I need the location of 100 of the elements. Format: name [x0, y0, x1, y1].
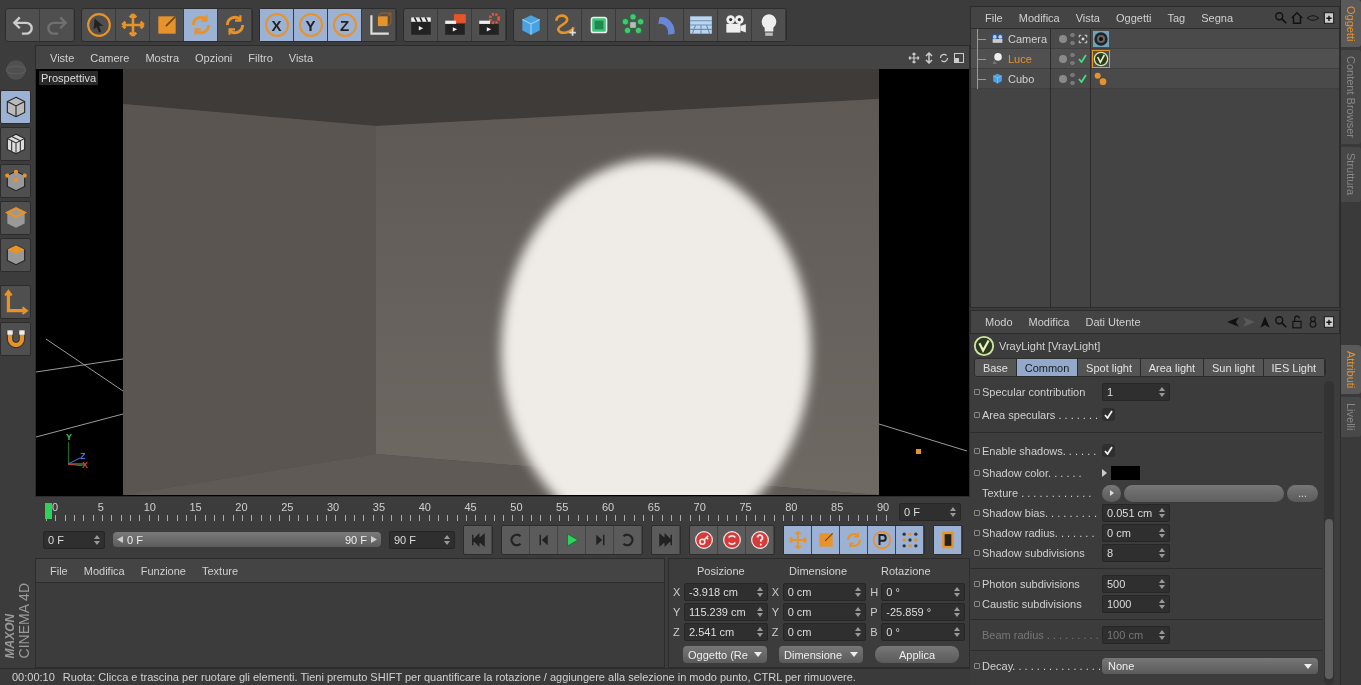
- coordinate-field[interactable]: 2.541 cm: [684, 623, 768, 641]
- timeline-window-button[interactable]: [934, 525, 962, 554]
- menu-item[interactable]: File: [42, 564, 76, 577]
- coordinate-field[interactable]: 0 °: [881, 623, 965, 641]
- menu-item[interactable]: Mostra: [137, 51, 187, 64]
- menu-item[interactable]: Modifica: [75, 564, 133, 577]
- texture-field[interactable]: [1124, 484, 1284, 502]
- checkmark-icon[interactable]: [1078, 74, 1087, 83]
- keyframe-indicator[interactable]: [974, 581, 980, 587]
- keyframe-indicator[interactable]: [974, 530, 980, 536]
- coordinate-field[interactable]: 0 cm: [782, 623, 867, 641]
- number-field[interactable]: 1000: [1102, 595, 1170, 613]
- menu-item[interactable]: Tag: [1159, 11, 1194, 24]
- edges-mode-button[interactable]: [0, 201, 31, 235]
- visibility-dot[interactable]: [1059, 54, 1067, 63]
- coordinate-field[interactable]: 0 cm: [782, 603, 867, 621]
- frame-number: 65: [647, 501, 661, 515]
- menu-item[interactable]: Camere: [82, 51, 138, 64]
- tab[interactable]: IES Light: [1263, 359, 1325, 376]
- keyframe-indicator[interactable]: [974, 447, 980, 454]
- axis-label: Y: [673, 606, 681, 618]
- keyframe-indicator[interactable]: [974, 550, 980, 556]
- checkmark-icon[interactable]: [1078, 54, 1087, 63]
- left-arrow-icon[interactable]: [117, 536, 123, 543]
- number-field[interactable]: 500: [1102, 575, 1170, 593]
- keyframe-indicator[interactable]: [974, 663, 980, 669]
- number-field[interactable]: 1: [1102, 383, 1170, 401]
- render-visibility-dots[interactable]: [1070, 71, 1075, 86]
- checkbox[interactable]: [1102, 408, 1115, 421]
- polygons-mode-button[interactable]: [0, 238, 31, 272]
- menu-item[interactable]: Funzione: [132, 564, 194, 577]
- end-frame-field[interactable]: 90 F: [389, 530, 455, 549]
- menu-item[interactable]: Oggetti: [1107, 11, 1160, 24]
- tab[interactable]: Area light: [1140, 359, 1205, 376]
- keyframe-indicator[interactable]: [974, 389, 980, 395]
- mode-dropdown[interactable]: Oggetto (Re: [683, 646, 767, 663]
- range-slider[interactable]: 0 F 90 F: [113, 532, 381, 547]
- keyframe-indicator[interactable]: [974, 411, 980, 418]
- menu-item[interactable]: Opzioni: [187, 51, 241, 64]
- product-name: CINEMA 4D: [17, 582, 31, 658]
- coordinate-field[interactable]: 0 °: [881, 583, 965, 601]
- tab[interactable]: Base: [975, 359, 1017, 376]
- menu-item[interactable]: Modo: [977, 316, 1021, 328]
- points-mode-button[interactable]: [0, 164, 31, 198]
- right-arrow-icon[interactable]: [371, 536, 377, 543]
- keyframe-indicator[interactable]: [974, 601, 980, 607]
- coordinate-field[interactable]: -25.859 °: [881, 603, 965, 621]
- menu-item[interactable]: Modifica: [1020, 316, 1078, 328]
- browse-button[interactable]: ...: [1287, 484, 1318, 502]
- menu-item[interactable]: Dati Utente: [1077, 316, 1149, 328]
- color-swatch[interactable]: [1111, 466, 1140, 480]
- z-axis-button[interactable]: Z: [328, 9, 362, 41]
- scrollbar[interactable]: [1324, 381, 1334, 685]
- start-frame-field[interactable]: 0 F: [43, 530, 105, 549]
- size-dropdown[interactable]: Dimensione: [779, 646, 863, 663]
- position-key-button[interactable]: [784, 525, 812, 554]
- parameter-key-button[interactable]: [868, 525, 896, 554]
- expand-arrow-icon[interactable]: [1102, 469, 1107, 477]
- apply-button[interactable]: Applica: [875, 646, 959, 663]
- menu-item[interactable]: Viste: [42, 51, 83, 64]
- current-frame-field[interactable]: 0 F: [899, 503, 961, 521]
- y-axis-button[interactable]: Y: [294, 9, 328, 41]
- menu-item[interactable]: Vista: [280, 51, 322, 64]
- rotate-tool-button[interactable]: [184, 9, 218, 41]
- render-visibility-dots[interactable]: [1070, 31, 1075, 46]
- menu-item[interactable]: Filtro: [240, 51, 281, 64]
- checkbox[interactable]: [1102, 444, 1115, 457]
- menu-item[interactable]: File: [977, 11, 1011, 24]
- snap-button[interactable]: [0, 322, 31, 356]
- visibility-dot[interactable]: [1059, 34, 1067, 43]
- rotation-key-button[interactable]: [840, 525, 868, 554]
- axis-mode-button[interactable]: [0, 285, 31, 319]
- spinner-icon: [855, 607, 862, 617]
- scale-key-button[interactable]: [812, 525, 840, 554]
- tab[interactable]: Sun light: [1204, 359, 1264, 376]
- number-field[interactable]: 0.051 cm: [1102, 504, 1170, 522]
- visibility-dot[interactable]: [1059, 74, 1067, 83]
- tab[interactable]: Spot light: [1078, 359, 1141, 376]
- dropdown[interactable]: None: [1102, 658, 1318, 674]
- menu-item[interactable]: Texture: [193, 564, 247, 577]
- number-field[interactable]: 0 cm: [1102, 524, 1170, 542]
- menu-item[interactable]: Modifica: [1010, 11, 1068, 24]
- texture-mode-button[interactable]: [0, 127, 31, 161]
- point-level-key-button[interactable]: [896, 525, 924, 554]
- target-bracket-icon: [1078, 33, 1088, 44]
- texture-menu-button[interactable]: [1102, 484, 1121, 502]
- keyframe-indicator[interactable]: [974, 510, 980, 516]
- number-field[interactable]: 8: [1102, 544, 1170, 562]
- object-name[interactable]: Luce: [1008, 52, 1032, 65]
- vray-logo-icon: [1093, 50, 1109, 67]
- menu-item[interactable]: Vista: [1067, 11, 1108, 24]
- menu-item[interactable]: Segna: [1193, 11, 1241, 24]
- keyframe-indicator[interactable]: [974, 470, 980, 476]
- tab[interactable]: Common: [1016, 359, 1079, 376]
- render-visibility-dots[interactable]: [1070, 51, 1075, 66]
- coordinate-field[interactable]: 115.239 cm: [684, 603, 768, 621]
- coordinate-field[interactable]: -3.918 cm: [684, 583, 768, 601]
- x-axis-button[interactable]: X: [260, 9, 294, 41]
- coordinate-field[interactable]: 0 cm: [782, 583, 867, 601]
- object-mode-button[interactable]: [0, 90, 31, 124]
